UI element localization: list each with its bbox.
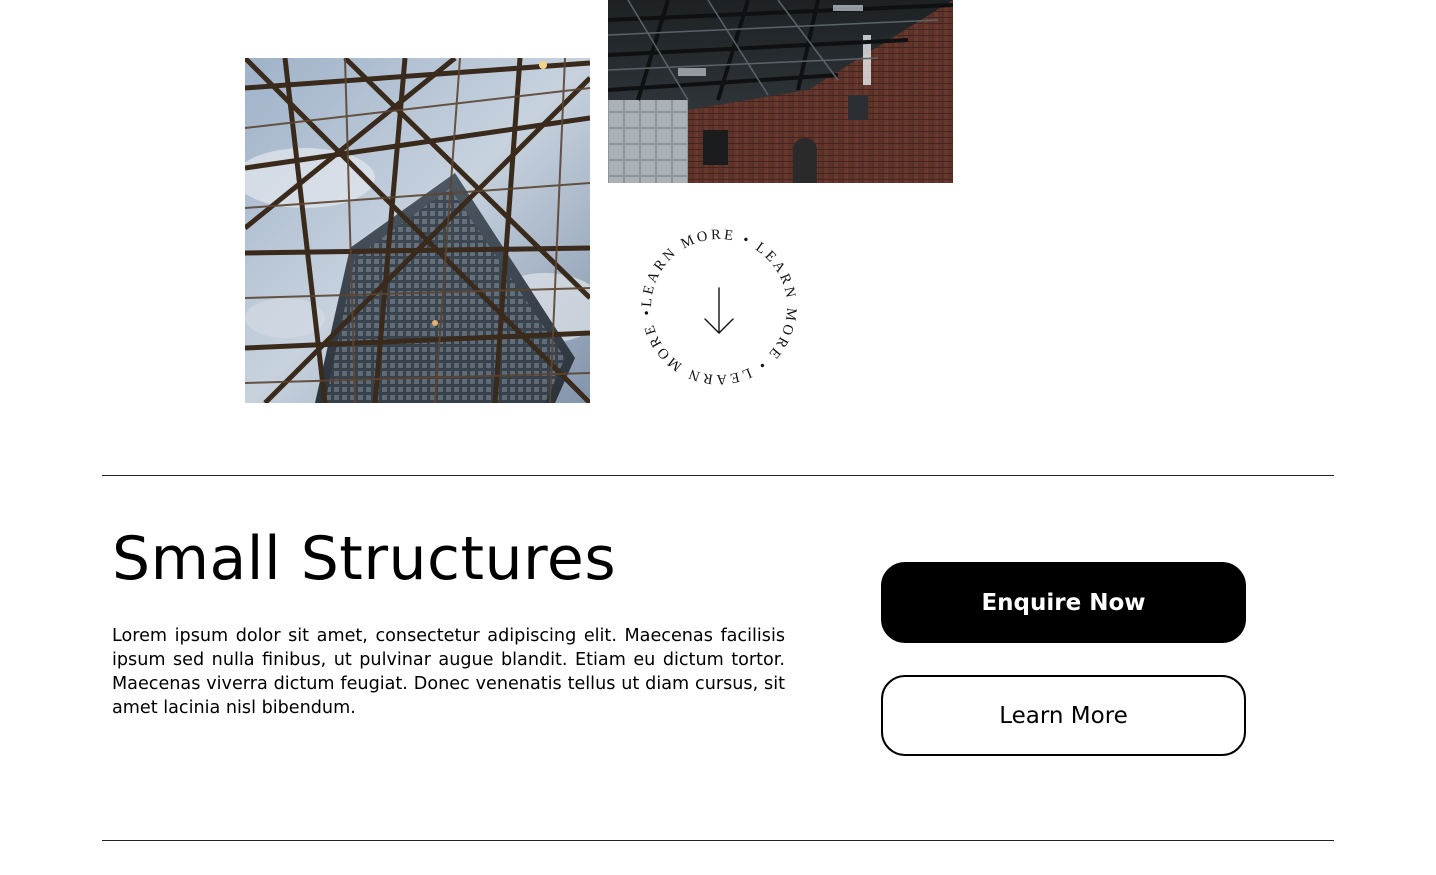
divider-top [102,475,1334,476]
divider-bottom [102,840,1334,841]
learn-more-button[interactable]: Learn More [881,675,1246,756]
learn-more-badge[interactable]: LEARN MORE • LEARN MORE • LEARN MORE • [638,226,800,388]
section-title: Small Structures [112,524,617,594]
section-body: Lorem ipsum dolor sit amet, consectetur … [112,626,785,718]
enquire-now-button[interactable]: Enquire Now [881,562,1246,643]
arrow-down-icon [704,287,734,334]
page: LEARN MORE • LEARN MORE • LEARN MORE • S… [0,0,1436,875]
glass-lattice-atrium-photo [245,58,590,403]
industrial-brick-hall-photo [608,0,953,183]
